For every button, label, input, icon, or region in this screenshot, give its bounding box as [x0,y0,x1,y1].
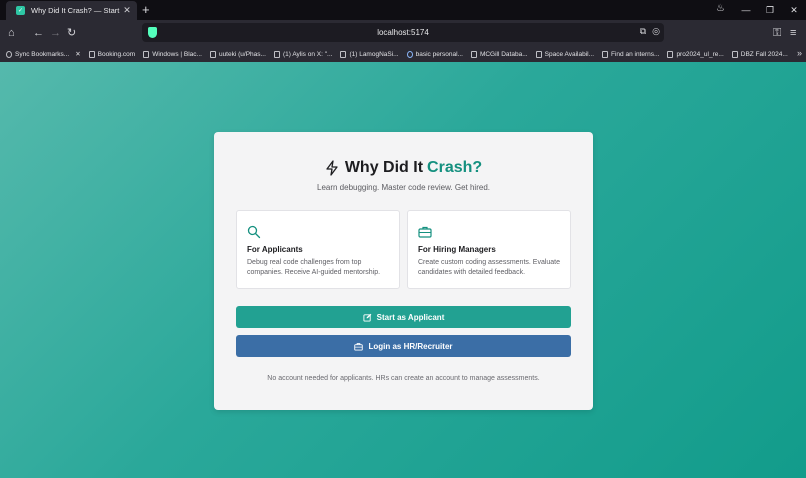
title-main: Why Did It [344,159,424,176]
window-close-icon[interactable]: ✕ [782,5,806,16]
bookmark-icon [340,50,347,58]
bookmark-item[interactable]: Sync Bookmarks... ✕ [6,50,81,58]
forward-icon[interactable]: → [50,26,61,40]
lightning-bolt-icon [326,160,338,176]
page-viewport: Why Did It Crash? Learn debugging. Maste… [0,62,806,478]
bookmark-icon [273,50,280,58]
restore-icon[interactable]: ❐ [758,5,782,16]
bookmark-icon [731,50,738,58]
bookmark-icon [470,50,477,58]
flame-icon[interactable]: ♨ [716,3,725,14]
login-as-hr-button[interactable]: Login as HR/Recruiter [236,335,571,357]
bookmark-icon [535,50,542,58]
feature-description: Debug real code challenges from top comp… [247,259,381,276]
browser-tab-active[interactable]: ✓ Why Did It Crash? — Start ✕ [6,1,137,20]
navigation-bar: ⌂ ← → ↻ localhost:5174 ⧉ ◎ ⚿ ≡ [0,20,806,46]
shield-icon[interactable] [148,27,157,38]
back-icon[interactable]: ← [33,26,44,40]
url-text[interactable]: localhost:5174 [377,28,429,37]
bookmark-item[interactable]: MCGill Databa... [470,50,528,58]
button-label: Login as HR/Recruiter [368,341,453,351]
bookmark-item[interactable]: (1) LamogNaSi... [340,50,399,58]
footnote: No account needed for applicants. HRs ca… [267,375,540,382]
bookmark-item[interactable]: Booking.com [88,50,135,58]
bookmark-item[interactable]: (1) Aylis on X: "... [273,50,332,58]
home-icon[interactable]: ⌂ [8,26,15,40]
minimize-icon[interactable]: — [734,5,758,15]
feature-card-applicants: For Applicants Debug real code challenge… [236,210,400,289]
site-favicon-icon: ✓ [16,6,25,15]
chevron-right-icon[interactable]: » [797,48,802,58]
bookmarks-toolbar: Sync Bookmarks... ✕ Booking.com Windows |… [0,46,806,62]
bookmark-icon [602,50,609,58]
new-tab-button[interactable]: + [142,2,150,18]
sync-icon [6,50,12,58]
window-controls: — ❐ ✕ [734,0,806,20]
feature-title: For Hiring Managers [418,245,496,254]
tab-title: Why Did It Crash? — Start [31,6,120,15]
briefcase-icon [354,342,364,351]
start-as-applicant-button[interactable]: Start as Applicant [236,306,571,328]
url-bar[interactable]: localhost:5174 ⧉ ◎ [142,23,664,42]
bookmark-item[interactable]: uuteki (u/Phas... [209,50,266,58]
bookmark-item[interactable]: Windows | Blac... [143,50,202,58]
start-card: Why Did It Crash? Learn debugging. Maste… [214,132,593,410]
page-title: Why Did It Crash? [214,159,593,177]
bookmark-item[interactable]: Find an interns... [602,50,659,58]
page-action-icon[interactable]: ⧉ [640,26,646,37]
chat-icon[interactable]: ◎ [652,26,660,37]
tab-strip: ✓ Why Did It Crash? — Start ✕ + ♨ — ❐ ✕ [0,0,806,20]
menu-icon[interactable]: ≡ [790,26,796,40]
button-label: Start as Applicant [376,312,445,322]
bookmark-item[interactable]: basic personal... [406,50,463,58]
key-icon[interactable]: ⚿ [773,26,781,40]
bookmark-item[interactable]: pro2024_ul_re... [667,50,724,58]
bookmark-item[interactable]: DBZ Fall 2024... [731,50,788,58]
search-icon [406,50,413,58]
feature-description: Create custom coding assessments. Evalua… [418,259,561,276]
edit-icon [363,313,372,322]
feature-title: For Applicants [247,245,303,254]
bookmark-icon [667,50,674,58]
tab-close-icon[interactable]: ✕ [121,5,133,16]
title-accent: Crash? [427,159,483,176]
bookmark-icon [143,50,150,58]
close-icon[interactable]: ✕ [75,50,80,58]
bookmark-icon [88,50,95,58]
briefcase-icon [418,226,432,238]
subtitle: Learn debugging. Master code review. Get… [317,183,490,192]
search-icon [247,225,261,239]
bookmark-item[interactable]: Space Availabil... [535,50,594,58]
feature-card-hiring-managers: For Hiring Managers Create custom coding… [407,210,571,289]
reload-icon[interactable]: ↻ [67,26,76,40]
bookmark-icon [209,50,216,58]
